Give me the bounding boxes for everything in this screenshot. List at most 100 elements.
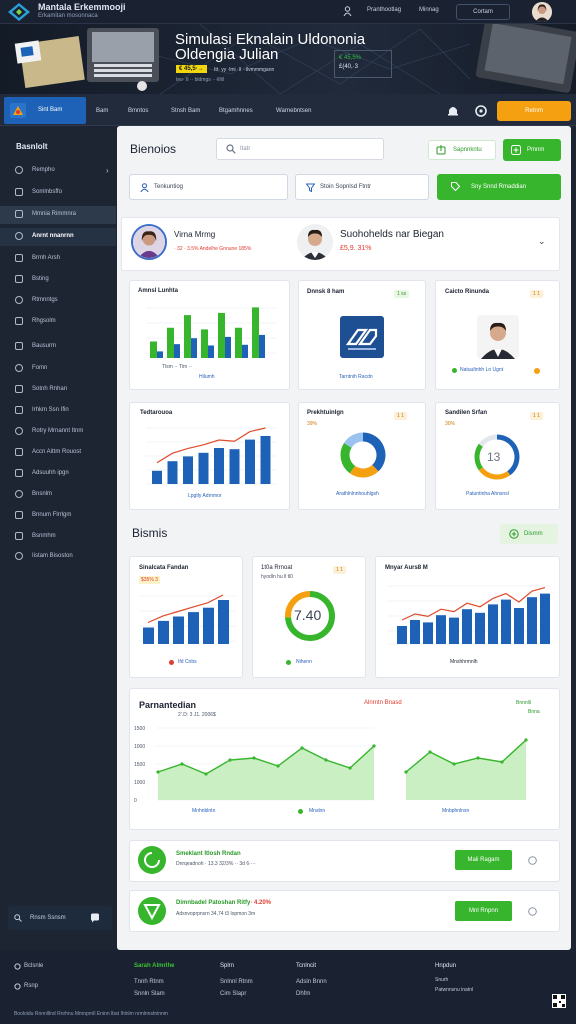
bar — [436, 615, 446, 644]
sidebar-item[interactable]: Bausurm — [0, 338, 116, 356]
sidebar-item[interactable]: Bsting — [0, 271, 116, 289]
footer-bottom-text: Booloidu Rnnnlllnd Rnrhnu Mmnprnll Eninn… — [14, 1011, 168, 1017]
filter-field-1[interactable]: Tenkuntiog — [129, 174, 288, 200]
profile-avatar-2[interactable] — [297, 224, 333, 260]
footer-link[interactable]: Snnln Slam — [134, 991, 165, 997]
nav-item-5[interactable]: Warnebntsen — [276, 108, 311, 114]
brand-logo-icon[interactable] — [8, 3, 30, 21]
sidebar-item[interactable]: Iistam Bisoston — [0, 548, 116, 566]
sidebar-item-label: Rotry Mrnannt Itnm — [32, 428, 84, 434]
sidebar-item-label: Fomn — [32, 365, 48, 371]
data-point — [204, 772, 208, 776]
bell-icon[interactable] — [446, 104, 460, 118]
data-point — [156, 770, 160, 774]
card-title: Amnsl Lunhta — [138, 288, 178, 294]
top-search-button[interactable]: Cortam — [456, 4, 510, 20]
card-sub: Mnshhrmnlh — [450, 659, 478, 665]
help-icon — [14, 983, 21, 990]
card-badge: 1 1 — [530, 290, 543, 298]
sidebar-item[interactable]: Rotry Mrnannt Itnm — [0, 423, 116, 441]
list-item-button[interactable]: Mnl Rnpnn — [455, 901, 512, 921]
download-icon — [436, 145, 446, 155]
legend-label-1: Alnrntn Bnasd — [364, 700, 402, 706]
chevron-right-icon[interactable]: › — [106, 166, 109, 175]
qr-code-icon[interactable] — [552, 994, 566, 1008]
nav-active-label: Sint Bam — [38, 107, 63, 113]
card-sub: Nihenn — [296, 659, 312, 665]
area-sub-1: Mnhnblntn — [192, 808, 216, 814]
info-icon[interactable] — [528, 907, 537, 916]
sidebar-item[interactable]: Irhkm Ssn Ifin — [0, 402, 116, 420]
footer-link[interactable]: Patwnnsnu inatnl — [435, 987, 473, 993]
sidebar-bottom-button[interactable]: Rnsm Ssnsm — [8, 906, 112, 930]
sidebar-item[interactable]: Adsuuhh ipgn — [0, 465, 116, 483]
footer-link[interactable]: Bclsnle — [24, 963, 43, 969]
filter-field-1-label: Tenkuntiog — [154, 184, 184, 190]
sidebar-item[interactable]: Bnnum Flrrlgm — [0, 507, 116, 525]
top-link-2[interactable]: Minnag — [419, 7, 439, 13]
filter-field-2-label: Stoin Sopnlsd Ftntr — [320, 184, 372, 190]
nav-item-4[interactable]: Btgamhnnes — [219, 108, 253, 114]
sidebar-title: Basnlolt — [16, 142, 48, 151]
sidebar-item-icon — [15, 406, 23, 414]
sidebar-item[interactable]: Anrnt nnanrnn — [0, 228, 116, 246]
user-avatar[interactable] — [532, 2, 552, 22]
settings-icon[interactable] — [474, 104, 488, 118]
footer-link[interactable]: Cim Slapr — [220, 991, 246, 997]
footer-link[interactable]: Tnnh Rtnm — [134, 979, 164, 985]
info-icon[interactable] — [528, 856, 537, 865]
sidebar-item-label: Bsnmhm — [32, 533, 56, 539]
footer-link[interactable]: Snurh — [435, 977, 448, 983]
legend-dot-icon — [286, 660, 291, 665]
sidebar-item[interactable]: Mmnia Rimmnra — [0, 206, 116, 224]
top-link-1[interactable]: Pranthootlag — [367, 7, 401, 13]
sidebar-item[interactable]: Bsnmhm — [0, 528, 116, 546]
sidebar-item-label: Bnsnlm — [32, 491, 53, 497]
card-sub: Hilumh — [199, 374, 215, 380]
footer-link[interactable]: Rsnp — [24, 983, 38, 989]
nav-item-2[interactable]: Bmntos — [128, 108, 148, 114]
footer-link[interactable]: Adsln Bnnn — [296, 979, 327, 985]
chevron-down-icon[interactable]: ⌄ — [538, 236, 546, 247]
card-percent: 30% — [445, 421, 456, 427]
bar — [201, 329, 208, 358]
sidebar-item-label: Mmnia Rimmnra — [32, 211, 77, 217]
sidebar-item[interactable]: Fomn — [0, 360, 116, 378]
sidebar-item[interactable]: Rempho — [0, 162, 116, 180]
list-item-button[interactable]: Mali Ragam — [455, 850, 512, 870]
list-item-title: Dimnbadel Patoshan Ritfy· 4.20% — [176, 900, 272, 906]
bar — [203, 607, 214, 644]
profile-2-name: Suohohelds nar Biegan — [340, 229, 444, 240]
filter-icon — [306, 183, 315, 192]
bar — [184, 315, 191, 358]
sidebar-item-icon — [15, 552, 23, 560]
sidebar-item-label: Bsting — [32, 276, 49, 282]
nav-cta-button[interactable]: Retnm — [497, 101, 571, 121]
profile-avatar-1[interactable] — [131, 224, 167, 260]
sidebar-item[interactable]: Somlnbsffo — [0, 184, 116, 202]
nav-item-1[interactable]: Bam — [96, 108, 108, 114]
data-point — [276, 764, 280, 768]
card-title: Sinalcata Fandan — [139, 565, 189, 571]
data-point — [524, 738, 528, 742]
sidebar-item[interactable]: Sotnh Rnhan — [0, 381, 116, 399]
user-icon[interactable] — [343, 6, 352, 16]
nav-item-3[interactable]: Stnsh Bam — [171, 108, 200, 114]
sidebar-item[interactable]: Accn Aittm Rouost — [0, 444, 116, 462]
sidebar-item[interactable]: Rhgsolm — [0, 313, 116, 331]
bar — [410, 620, 420, 644]
sidebar-item-label: Iistam Bisoston — [32, 553, 73, 559]
section-title: Bismis — [132, 526, 168, 540]
sidebar-item[interactable]: Rtmnntgs — [0, 292, 116, 310]
sidebar-item-label: Bnnum Flrrlgm — [32, 512, 72, 518]
footer-link[interactable]: Snlnnl Rtnm — [220, 979, 253, 985]
sidebar-item[interactable]: Bnsnlm — [0, 486, 116, 504]
footer-link[interactable]: Dhfm — [296, 991, 310, 997]
bar — [152, 470, 162, 484]
hero-price-tag: € 45,5·→ — [176, 65, 207, 73]
sidebar-item[interactable]: Brmh Arsh — [0, 250, 116, 268]
page-title: Bienoios — [130, 142, 177, 156]
filter-field-2[interactable]: Stoin Sopnlsd Ftntr — [295, 174, 429, 200]
tag-icon — [451, 182, 460, 191]
bar — [540, 593, 550, 644]
